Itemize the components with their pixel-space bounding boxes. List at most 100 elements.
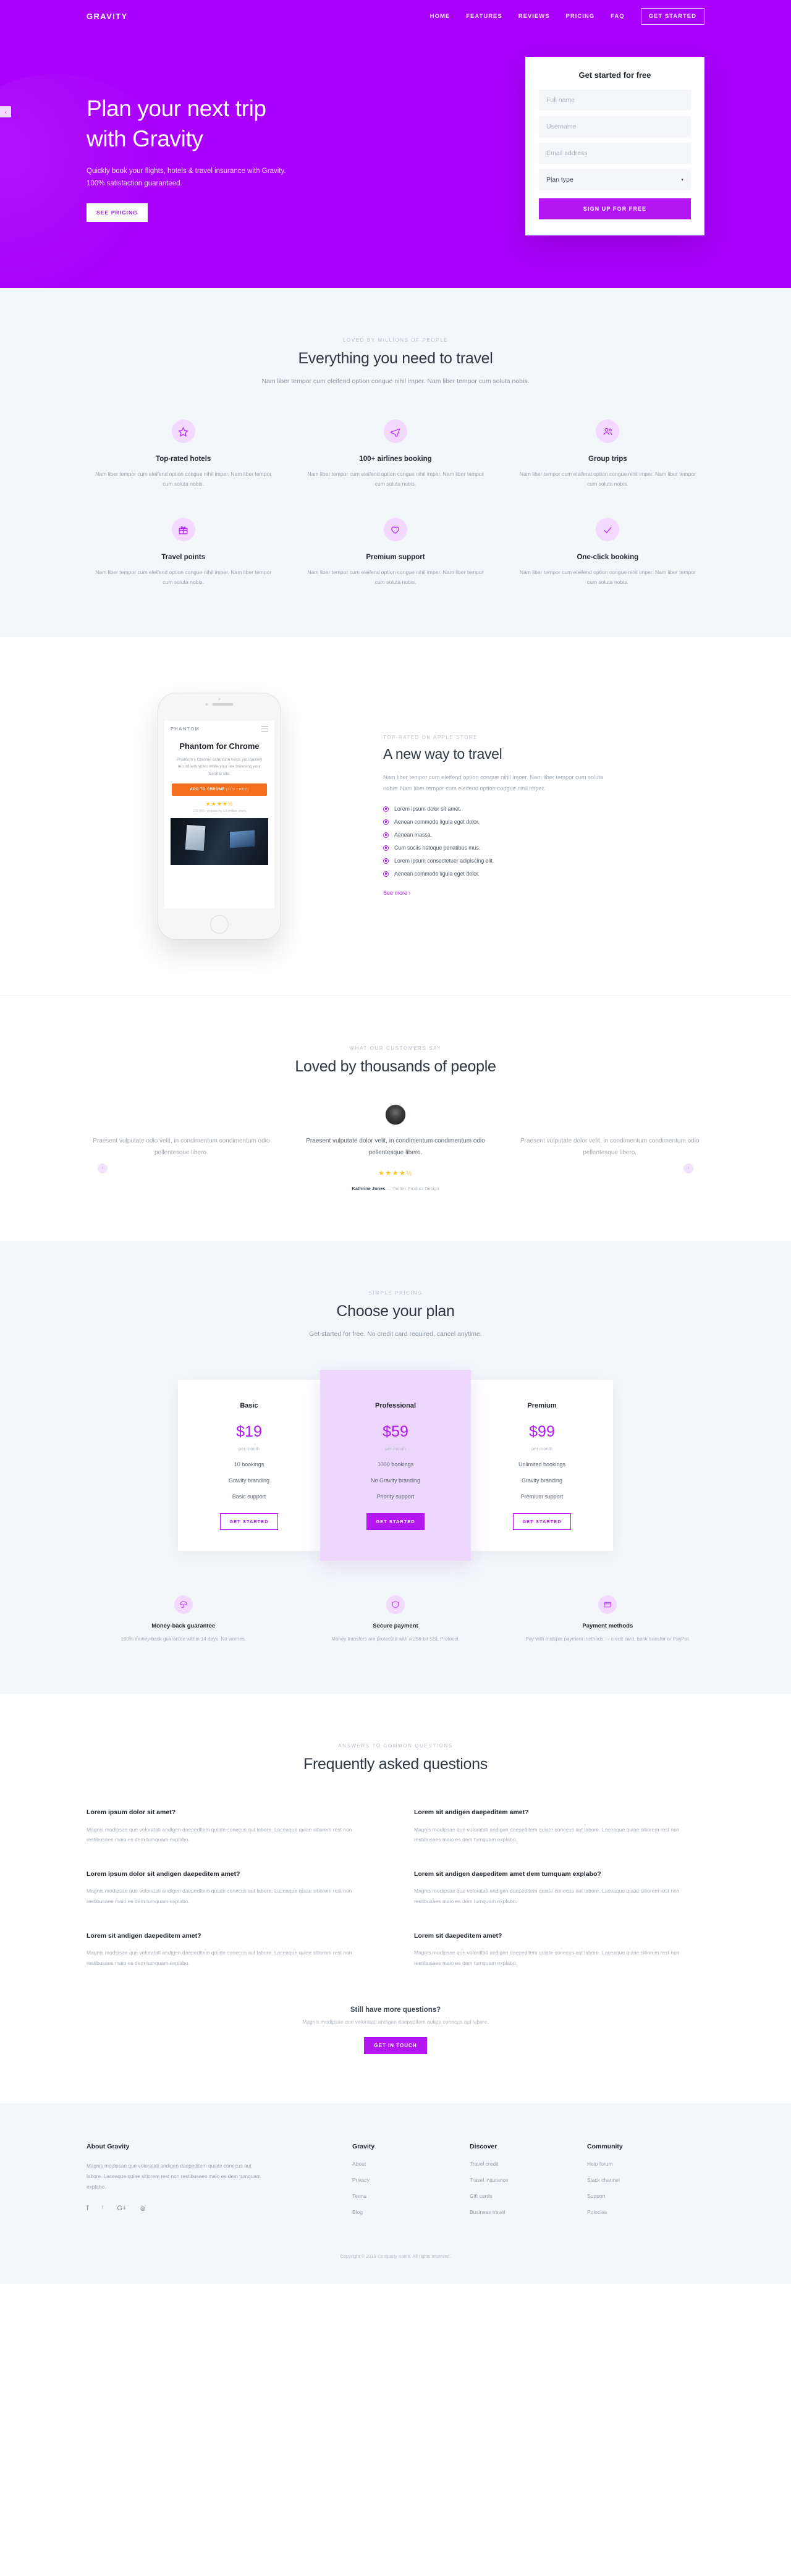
- footer-link[interactable]: Help forum: [587, 2161, 704, 2167]
- plan-feature: Priority support: [376, 1493, 415, 1500]
- features-subtitle: Nam liber tempor cum eleifend option con…: [261, 378, 530, 385]
- footer-about-text: Magnis modipsae que voloratati andigen d…: [87, 2162, 261, 2190]
- hero-prev-arrow[interactable]: ‹: [0, 106, 11, 117]
- full-name-input[interactable]: [539, 90, 691, 111]
- faq-question[interactable]: Lorem sit andigen daepeditem amet?: [414, 1808, 704, 1818]
- bullet-icon: [383, 819, 389, 825]
- testimonial-text: Praesent vulputate odio velit, in condim…: [93, 1137, 270, 1157]
- footer-link[interactable]: About: [352, 2161, 470, 2167]
- phone-desc: Phantom's Chrome extension helps you qui…: [176, 757, 263, 776]
- plan-period: per month: [385, 1446, 406, 1452]
- footer-link[interactable]: Privacy: [352, 2177, 470, 2183]
- plan-get-started-button[interactable]: GET STARTED: [513, 1513, 571, 1531]
- testimonials-section: WHAT OUR CUSTOMERS SAY Loved by thousand…: [0, 995, 791, 1241]
- faq-question[interactable]: Lorem sit daepeditem amet?: [414, 1932, 704, 1941]
- facebook-icon[interactable]: f: [87, 2205, 88, 2213]
- signup-submit-button[interactable]: SIGN UP FOR FREE: [539, 198, 691, 219]
- app-copy-column: TOP-RATED ON APPLE STORE A new way to tr…: [383, 735, 704, 898]
- avatar: [385, 1104, 406, 1125]
- users-icon: [596, 420, 620, 444]
- features-grid: Top-rated hotels Nam liber tempor cum el…: [87, 420, 704, 588]
- list-item: Lorem ipsum consectetuer adipiscing elit…: [383, 858, 704, 864]
- feature-card: Travel points Nam liber tempor cum eleif…: [87, 518, 280, 588]
- footer-link[interactable]: Blog: [352, 2209, 470, 2215]
- pricing-eyebrow: SIMPLE PRICING: [368, 1290, 423, 1296]
- plan-period: per month: [531, 1446, 552, 1452]
- footer-link[interactable]: Terms: [352, 2193, 470, 2199]
- feature-desc: Nam liber tempor cum eleifend option con…: [307, 471, 484, 488]
- plan-get-started-button[interactable]: GET STARTED: [220, 1513, 278, 1531]
- site-logo[interactable]: GRAVITY: [87, 12, 128, 21]
- testimonial-card: Praesent vulputate dolor velit, in condi…: [515, 1104, 704, 1191]
- footer-link[interactable]: Business travel: [470, 2209, 587, 2215]
- see-pricing-button[interactable]: SEE PRICING: [87, 203, 148, 222]
- twitter-icon[interactable]: ᵗ: [102, 2205, 103, 2213]
- plan-feature: Basic support: [232, 1493, 266, 1500]
- plan-price: $59: [383, 1423, 408, 1441]
- footer-link[interactable]: Gift cards: [470, 2193, 587, 2199]
- phone-rating-meta: 170,000+ reviews by 1.5 million users: [192, 809, 247, 814]
- guarantee-item: Secure payment Money transfers are prote…: [298, 1595, 492, 1644]
- faq-question[interactable]: Lorem ipsum dolor sit amet?: [87, 1808, 377, 1818]
- faq-question[interactable]: Lorem ipsum dolor sit andigen daepeditem…: [87, 1870, 377, 1880]
- hero-form-column: Get started for free Plan type ▾ SIGN UP…: [396, 51, 704, 235]
- nav-item-reviews[interactable]: REVIEWS: [518, 13, 550, 20]
- hero-copy: Plan your next trip with Gravity Quickly…: [87, 51, 396, 235]
- plan-period: per month: [239, 1446, 260, 1452]
- footer-link[interactable]: Travel credit: [470, 2161, 587, 2167]
- email-input[interactable]: [539, 143, 691, 164]
- username-input[interactable]: [539, 116, 691, 137]
- nav-item-faq[interactable]: FAQ: [611, 13, 625, 20]
- add-to-chrome-button[interactable]: ADD TO CHROME (IT'S FREE): [172, 783, 267, 796]
- phone-heading: Phantom for Chrome: [179, 741, 260, 751]
- phone-preview-image: [171, 818, 268, 866]
- plan-feature: 10 bookings: [234, 1461, 264, 1468]
- list-item: Cum sociis natoque penatibus mus.: [383, 845, 704, 851]
- feature-desc: Nam liber tempor cum eleifend option con…: [95, 471, 272, 488]
- plan-type-select[interactable]: Plan type ▾: [539, 169, 691, 190]
- nav-get-started-button[interactable]: GET STARTED: [640, 7, 704, 25]
- get-in-touch-button[interactable]: GET IN TOUCH: [364, 2037, 427, 2054]
- copyright-text: Copyright © 2019 Company name. All right…: [340, 2253, 451, 2259]
- author-role: Twitter Product Design: [392, 1185, 439, 1191]
- nav-item-features[interactable]: FEATURES: [466, 13, 502, 20]
- feature-desc: Nam liber tempor cum eleifend option con…: [519, 569, 696, 586]
- app-feature-list: Lorem ipsum dolor sit amet. Aenean commo…: [383, 806, 704, 877]
- faq-question[interactable]: Lorem sit andigen daepeditem amet dem tu…: [414, 1870, 704, 1880]
- footer-link[interactable]: Slack channel: [587, 2177, 704, 2183]
- dribbble-icon[interactable]: ⊛: [140, 2205, 145, 2213]
- faq-answer: Magnis modipsae que voloratati andigen d…: [414, 1826, 680, 1843]
- testimonial-carousel: ‹ › Praesent vulputate odio velit, in co…: [87, 1104, 704, 1191]
- list-item-label: Aenean commodo ligula eget dolor.: [394, 871, 480, 877]
- see-more-link[interactable]: See more ›: [383, 890, 411, 896]
- testimonials-eyebrow: WHAT OUR CUSTOMERS SAY: [349, 1045, 442, 1051]
- footer-column-gravity: Gravity About Privacy Terms Blog: [352, 2143, 470, 2225]
- nav-item-home[interactable]: HOME: [430, 13, 450, 20]
- guarantee-desc: Pay with multiple payment methods — cred…: [525, 1636, 690, 1642]
- feature-title: Travel points: [161, 554, 206, 562]
- footer-link[interactable]: Support: [587, 2193, 704, 2199]
- feature-title: 100+ airlines booking: [359, 455, 432, 463]
- list-item-label: Aenean commodo ligula eget dolor.: [394, 819, 480, 826]
- footer-link-columns: Gravity About Privacy Terms Blog Discove…: [352, 2143, 704, 2225]
- google-plus-icon[interactable]: G+: [117, 2205, 126, 2213]
- testimonial-card: Praesent vulputate dolor velit, in condi…: [301, 1104, 491, 1191]
- footer-link[interactable]: Travel insurance: [470, 2177, 587, 2183]
- footer-column-title: Gravity: [352, 2142, 375, 2150]
- plan-feature: Gravity branding: [228, 1477, 270, 1484]
- bullet-icon: [383, 858, 389, 864]
- app-desc: Nam liber tempor cum eleifend option con…: [383, 774, 604, 792]
- footer-link[interactable]: Polocies: [587, 2209, 704, 2215]
- testimonial-text: Praesent vulputate dolor velit, in condi…: [306, 1137, 485, 1157]
- faq-question[interactable]: Lorem sit andigen daepeditem amet?: [87, 1932, 377, 1941]
- hamburger-menu-icon[interactable]: [261, 725, 268, 732]
- plan-card-professional: Professional $59 per month 1000 bookings…: [320, 1370, 471, 1561]
- faq-grid: Lorem ipsum dolor sit amet? Magnis modip…: [87, 1808, 704, 1969]
- plan-get-started-button[interactable]: GET STARTED: [366, 1513, 425, 1531]
- nav-item-pricing[interactable]: PRICING: [566, 13, 595, 20]
- app-section: PHANTOM Phantom for Chrome Phantom's Chr…: [0, 636, 791, 995]
- footer-column-title: Community: [587, 2142, 623, 2150]
- guarantee-title: Payment methods: [582, 1623, 633, 1630]
- plan-name: Professional: [374, 1402, 417, 1410]
- feature-desc: Nam liber tempor cum eleifend option con…: [519, 471, 696, 488]
